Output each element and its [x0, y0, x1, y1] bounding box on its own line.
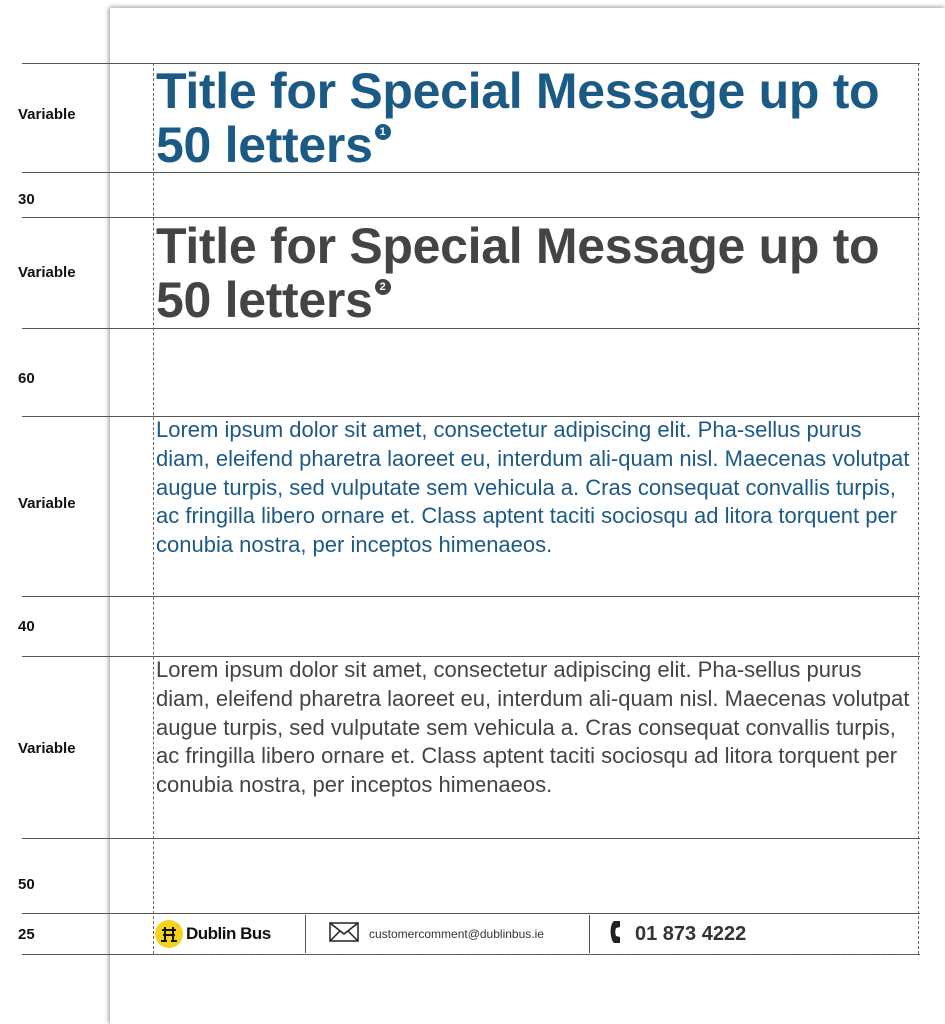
- footer-bar: Dublin Bus customercomment@dublinbus.ie …: [153, 915, 913, 953]
- primary-body-text: Lorem ipsum dolor sit amet, consectetur …: [156, 417, 910, 558]
- spacing-label: 25: [18, 926, 35, 943]
- marker-badge-2: 2: [374, 279, 391, 295]
- spacing-label: Variable: [18, 106, 76, 123]
- email-block: customercomment@dublinbus.ie: [329, 915, 544, 953]
- guide-line: [22, 838, 920, 839]
- spacing-label: Variable: [18, 264, 76, 281]
- secondary-title: Title for Special Message up to 50 lette…: [156, 219, 916, 327]
- guide-line: [22, 328, 920, 329]
- spacing-label: Variable: [18, 495, 76, 512]
- brand-name: Dublin Bus: [186, 924, 271, 943]
- secondary-title-text: Title for Special Message up to 50 lette…: [156, 218, 880, 328]
- spacing-label: 60: [18, 370, 35, 387]
- envelope-icon: [329, 921, 359, 947]
- phone-number[interactable]: 01 873 4222: [635, 923, 746, 946]
- spacing-label: 40: [18, 618, 35, 635]
- spacing-label: 50: [18, 876, 35, 893]
- spacing-label: 30: [18, 191, 35, 208]
- secondary-body-text: Lorem ipsum dolor sit amet, consectetur …: [156, 657, 910, 798]
- email-address[interactable]: customercomment@dublinbus.ie: [369, 927, 544, 941]
- spacing-label: Variable: [18, 740, 76, 757]
- primary-title: Title for Special Message up to 50 lette…: [156, 64, 916, 172]
- footer-divider: [589, 915, 590, 953]
- bottom-margin-guide: [153, 954, 918, 955]
- guide-line: [22, 596, 920, 597]
- dublin-bus-logo-icon: [155, 920, 183, 948]
- phone-icon: [609, 920, 623, 949]
- primary-title-text: Title for Special Message up to 50 lette…: [156, 63, 880, 173]
- footer-divider: [305, 915, 306, 953]
- phone-block: 01 873 4222: [609, 915, 746, 953]
- left-margin-guide: [153, 63, 154, 954]
- marker-badge-1: 1: [374, 124, 391, 140]
- dublin-bus-logo: Dublin Bus: [153, 915, 271, 953]
- guide-line: [22, 913, 920, 914]
